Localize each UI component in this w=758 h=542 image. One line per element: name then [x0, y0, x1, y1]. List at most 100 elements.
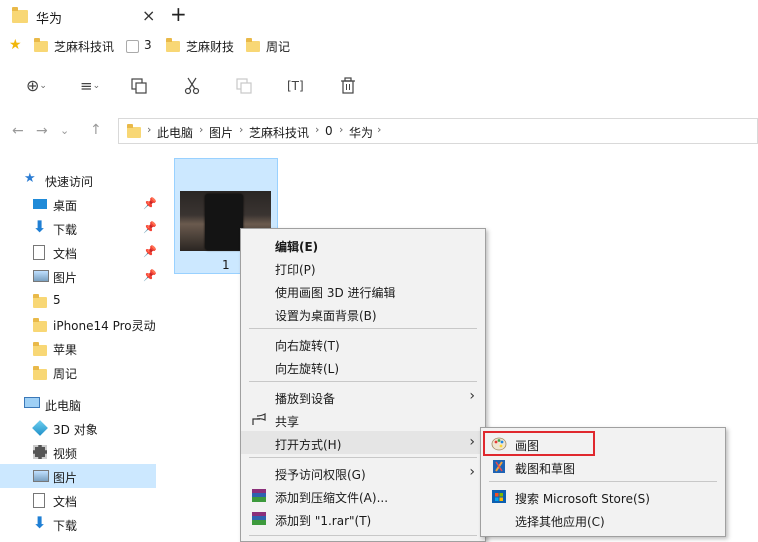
sidebar-item-label: iPhone14 Pro灵动岛 [53, 319, 156, 333]
sidebar-item-label: 下载 [53, 519, 78, 533]
sidebar-item-downloads-pc[interactable]: ⬇ 下载 [0, 512, 156, 536]
bookmark-label: 3 [144, 38, 152, 52]
sidebar-item-desktop[interactable]: 桌面 📌 [0, 192, 157, 216]
menu-item-set-wallpaper[interactable]: 设置为桌面背景(B) [241, 302, 485, 325]
back-arrow-icon[interactable]: ← [12, 123, 24, 139]
chevron-down-icon[interactable]: ⌄ [60, 124, 69, 137]
microsoft-store-icon [492, 490, 506, 503]
submenu-item-choose-app[interactable]: 选择其他应用(C) [481, 508, 725, 531]
sidebar-item-this-pc[interactable]: 此电脑 [0, 392, 156, 416]
submenu-item-label: 选择其他应用(C) [515, 515, 605, 529]
menu-item-rotate-left[interactable]: 向左旋转(L) [241, 355, 485, 378]
new-tab-button[interactable]: + [170, 2, 187, 26]
sidebar-item-3d-objects[interactable]: 3D 对象 [0, 416, 156, 440]
folder-icon [127, 124, 141, 138]
folder-icon [33, 342, 47, 356]
submenu-item-snip-sketch[interactable]: 截图和草图 [481, 455, 725, 478]
menu-item-edit[interactable]: 编辑(E) [241, 233, 485, 256]
delete-icon[interactable] [340, 77, 356, 95]
sidebar-item-documents-pc[interactable]: 文档 [0, 488, 156, 512]
breadcrumb-item[interactable]: 华为 [349, 124, 373, 141]
menu-item-edit-paint3d[interactable]: 使用画图 3D 进行编辑 [241, 279, 485, 302]
copy-icon[interactable] [131, 78, 147, 94]
menu-item-label: 使用画图 3D 进行编辑 [275, 286, 396, 300]
sidebar-item-pictures-pc[interactable]: 图片 [0, 464, 156, 488]
breadcrumb-separator: › [315, 123, 320, 136]
menu-item-label: 授予访问权限(G) [275, 468, 366, 482]
sidebar-item-quick-access[interactable]: ★ 快速访问 [0, 168, 156, 192]
tab-title: 华为 [36, 12, 63, 27]
menu-item-open-with[interactable]: 打开方式(H) › [241, 431, 485, 454]
picture-icon [33, 270, 49, 282]
sidebar-item-videos[interactable]: 视频 [0, 440, 156, 464]
menu-item-add-to-rar[interactable]: 添加到 "1.rar"(T) [241, 507, 485, 530]
bookmark-label: 芝麻科技讯 [54, 40, 115, 54]
close-icon[interactable]: × [142, 6, 155, 25]
menu-item-label: 添加到 "1.rar"(T) [275, 514, 372, 528]
folder-icon [33, 318, 47, 332]
sidebar-item-label: 苹果 [53, 343, 78, 357]
tab-huawei[interactable]: 华为 × [0, 0, 164, 33]
breadcrumb-item[interactable]: 此电脑 [157, 124, 193, 141]
menu-item-add-to-archive[interactable]: 添加到压缩文件(A)... [241, 484, 485, 507]
sidebar-item-folder[interactable]: 苹果 [0, 336, 156, 360]
submenu-item-search-store[interactable]: 搜索 Microsoft Store(S) [481, 485, 725, 508]
forward-arrow-icon[interactable]: → [36, 123, 48, 139]
breadcrumb-item[interactable]: 图片 [209, 124, 233, 141]
winrar-icon [252, 489, 266, 502]
chevron-right-icon: › [469, 434, 475, 450]
navigation-pane: ★ 快速访问 桌面 📌 ⬇ 下载 📌 文档 📌 图片 📌 5 iPhone14 … [0, 160, 157, 542]
new-button[interactable]: ⊕⌄ [26, 76, 47, 98]
sidebar-item-folder[interactable]: iPhone14 Pro灵动岛 [0, 312, 156, 336]
computer-icon [24, 397, 40, 408]
menu-item-label: 播放到设备 [275, 392, 336, 406]
menu-item-give-access[interactable]: 授予访问权限(G) › [241, 461, 485, 484]
sidebar-item-label: 图片 [53, 271, 78, 285]
menu-separator [489, 481, 717, 482]
sidebar-item-folder[interactable]: 5 [0, 288, 156, 312]
menu-item-cast-to-device[interactable]: 播放到设备 › [241, 385, 485, 408]
breadcrumb-item[interactable]: 0 [325, 124, 333, 138]
rename-icon[interactable]: [T] [287, 79, 304, 93]
menu-item-share[interactable]: 共享 [241, 408, 485, 431]
pin-icon[interactable]: 📌 [143, 245, 157, 258]
pin-icon[interactable]: 📌 [143, 221, 157, 234]
menu-item-rotate-right[interactable]: 向右旋转(T) [241, 332, 485, 355]
share-icon [252, 413, 266, 425]
address-bar[interactable]: › 此电脑 › 图片 › 芝麻科技讯 › 0 › 华为 › [118, 118, 758, 144]
sidebar-item-label: 3D 对象 [53, 423, 98, 437]
menu-item-label: 打开方式(H) [275, 438, 342, 452]
sidebar-item-pictures[interactable]: 图片 📌 [0, 264, 157, 288]
menu-item-print[interactable]: 打印(P) [241, 256, 485, 279]
sidebar-item-label: 桌面 [53, 199, 78, 213]
view-button[interactable]: ≡⌄ [80, 77, 100, 99]
menu-item-label: 打印(P) [275, 263, 316, 277]
sidebar-item-documents[interactable]: 文档 📌 [0, 240, 157, 264]
paint-highlight-box [483, 431, 595, 456]
cube-icon [32, 420, 48, 436]
list-icon: ≡ [80, 77, 93, 95]
menu-separator [249, 328, 477, 329]
menu-item-label: 向右旋转(T) [275, 339, 340, 353]
folder-icon [12, 7, 28, 23]
sidebar-item-downloads[interactable]: ⬇ 下载 📌 [0, 216, 157, 240]
sidebar-item-label: 5 [53, 293, 61, 307]
pin-icon[interactable]: 📌 [143, 269, 157, 282]
up-arrow-icon[interactable]: ↑ [90, 122, 102, 138]
submenu-item-label: 搜索 Microsoft Store(S) [515, 492, 650, 506]
menu-item-label: 编辑(E) [275, 240, 319, 254]
folder-icon [33, 294, 47, 308]
folder-icon [34, 38, 48, 52]
breadcrumb-separator: › [147, 123, 152, 136]
folder-icon [246, 38, 260, 52]
chevron-right-icon: › [469, 388, 475, 404]
sidebar-item-label: 下载 [53, 223, 78, 237]
cut-icon[interactable] [183, 77, 201, 95]
breadcrumb-item[interactable]: 芝麻科技讯 [249, 124, 309, 141]
bookmark-label: 芝麻财技 [186, 40, 235, 54]
breadcrumb-separator: › [339, 123, 344, 136]
sidebar-item-label: 视频 [53, 447, 78, 461]
sidebar-item-folder[interactable]: 周记 [0, 360, 156, 384]
submenu-item-label: 截图和草图 [515, 462, 576, 476]
pin-icon[interactable]: 📌 [143, 197, 157, 210]
